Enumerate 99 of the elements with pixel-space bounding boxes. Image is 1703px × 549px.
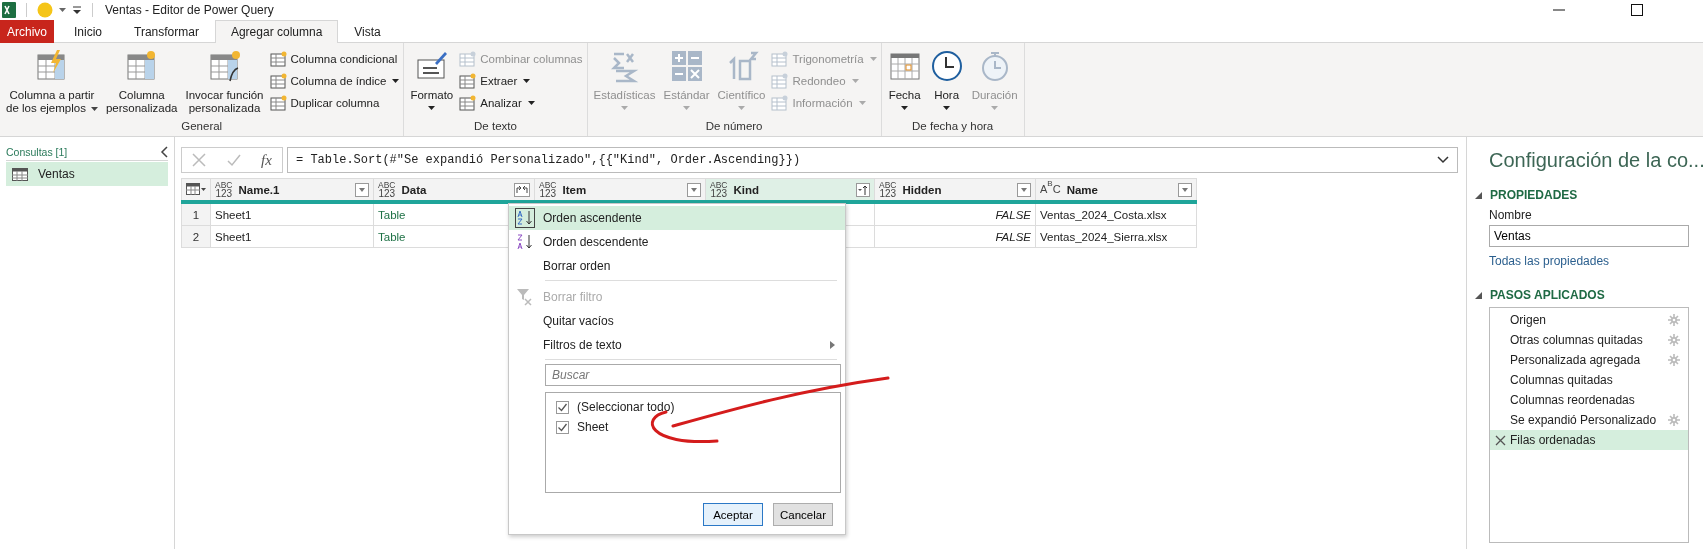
table-cell[interactable]: Table [378,230,406,243]
table-cell: FALSE [995,208,1031,221]
check-icon[interactable] [226,153,241,167]
type-icon[interactable]: ABC 123 [539,181,557,198]
function-table-icon [207,49,242,83]
sort-ascending-icon[interactable] [856,182,870,197]
cancel-button[interactable]: Cancelar [773,503,833,526]
table-icon [459,72,478,89]
applied-step[interactable]: Columnas reordenadas [1490,390,1688,410]
table-icon [771,94,790,111]
menu-item[interactable]: Borrar orden [509,254,845,278]
group-label: De fecha y hora [912,120,994,134]
table-icon [459,50,478,67]
sort-descending-icon [515,232,535,252]
ribbon-button[interactable]: Fecha [885,47,924,120]
filter-dropdown-icon[interactable] [687,182,701,197]
menu-item[interactable]: Orden descendente [509,230,845,254]
table-menu-icon[interactable] [186,182,206,195]
collapse-triangle-icon[interactable] [1475,291,1482,299]
menu-item[interactable]: Quitar vacíos [509,309,845,333]
group-label: De número [705,120,763,134]
table-cell: Sheet1 [215,230,252,243]
customize-icon[interactable] [72,5,82,15]
type-icon[interactable]: ABC 123 [215,181,233,198]
ribbon-button[interactable]: Columna a partir de los ejemplos [4,47,100,120]
ribbon-button[interactable]: Analizar [459,93,583,112]
maximize-icon[interactable] [1631,4,1643,16]
formula-field[interactable]: = Table.Sort(#"Se expandió Personalizado",{{"Kind", Order.Ascending}}) [287,147,1458,173]
applied-step[interactable]: Otras columnas quitadas [1490,330,1688,350]
group-label: De texto [474,120,517,134]
all-properties-link[interactable]: Todas las propiedades [1489,254,1689,268]
type-icon[interactable]: ABC 123 [879,181,897,198]
clock-icon [929,49,964,83]
row-number: 1 [181,202,211,226]
table-icon [459,94,478,111]
sort-ascending-icon [515,208,535,228]
expand-columns-icon[interactable] [514,182,530,197]
ribbon-button[interactable]: Duplicar columna [269,93,400,112]
checkbox[interactable] [556,420,569,434]
ribbon-button[interactable]: Extraer [459,71,583,90]
ribbon-button[interactable]: Columna condicional [269,49,400,68]
applied-step[interactable]: Filas ordenadas [1490,430,1688,450]
applied-step[interactable]: Origen [1490,310,1688,330]
expand-icon[interactable] [1437,156,1449,164]
table-cell: FALSE [995,230,1031,243]
ribbon-tab[interactable]: Transformar [118,20,215,43]
applied-step[interactable]: Personalizada agregada [1490,350,1688,370]
table-icon [12,167,28,181]
ribbon-tab[interactable]: Vista [338,20,397,43]
collapse-triangle-icon[interactable] [1475,191,1482,199]
pane-title: Configuración de la co... [1489,149,1703,172]
table-cell: Sheet1 [215,208,252,221]
table-icon [269,94,288,111]
menu-item[interactable]: Filtros de texto [509,333,845,357]
ribbon-tab[interactable]: Agregar columna [214,20,339,43]
applied-step[interactable]: Columnas quitadas [1490,370,1688,390]
ribbon-button[interactable]: Columna de índice [269,71,400,90]
clear-filter-icon [515,287,535,307]
table-icon [771,72,790,89]
name-field[interactable]: Ventas [1489,225,1689,247]
table-cell: Ventas_2024_Costa.xlsx [1040,208,1167,221]
file-tab[interactable]: Archivo [0,20,54,43]
table-cell[interactable]: Table [378,208,406,221]
ribbon-button[interactable]: Columna personalizada [103,47,180,120]
calculator-icon [669,49,704,83]
search-field[interactable]: Buscar [545,364,841,386]
section-header: PASOS APLICADOS [1490,288,1605,302]
table-icon [269,72,288,89]
query-item[interactable]: Ventas [6,162,168,186]
window-title: Ventas - Editor de Power Query [105,3,274,17]
applied-step[interactable]: Se expandió Personalizado [1490,410,1688,430]
function-button[interactable]: fx [260,151,272,169]
delete-icon[interactable] [1495,434,1506,446]
ok-button[interactable]: Aceptar [703,503,763,526]
filter-dropdown-icon[interactable] [1178,182,1192,197]
checkbox-label[interactable]: Sheet [577,420,609,434]
ribbon-button[interactable]: Hora [927,47,966,120]
group-label: General [181,120,223,134]
caret-icon[interactable] [59,7,66,13]
table-icon [771,50,790,67]
row-number: 2 [181,225,211,248]
type-icon[interactable]: ABC 123 [378,181,396,198]
filter-dropdown-icon[interactable] [1017,182,1031,197]
field-label: Nombre [1489,208,1533,222]
checkbox[interactable] [556,400,569,414]
menu-item[interactable]: Orden ascendente [509,206,845,230]
filter-dropdown-icon[interactable] [355,182,369,197]
excel-icon[interactable] [2,2,16,18]
collapse-icon[interactable] [160,146,168,158]
queries-header: Consultas [1] [6,146,68,158]
ribbon-button[interactable]: Formato [408,47,456,120]
type-icon[interactable]: ABC 123 [710,181,728,198]
ribbon-button[interactable]: Invocar función personalizada [183,47,266,120]
checkbox-label[interactable]: (Seleccionar todo) [577,400,675,414]
table-cell: Ventas_2024_Sierra.xlsx [1040,230,1168,243]
submenu-arrow-icon [830,341,835,349]
section-header: PROPIEDADES [1490,188,1578,202]
table-icon [269,50,288,67]
ribbon-tab[interactable]: Inicio [58,20,119,43]
